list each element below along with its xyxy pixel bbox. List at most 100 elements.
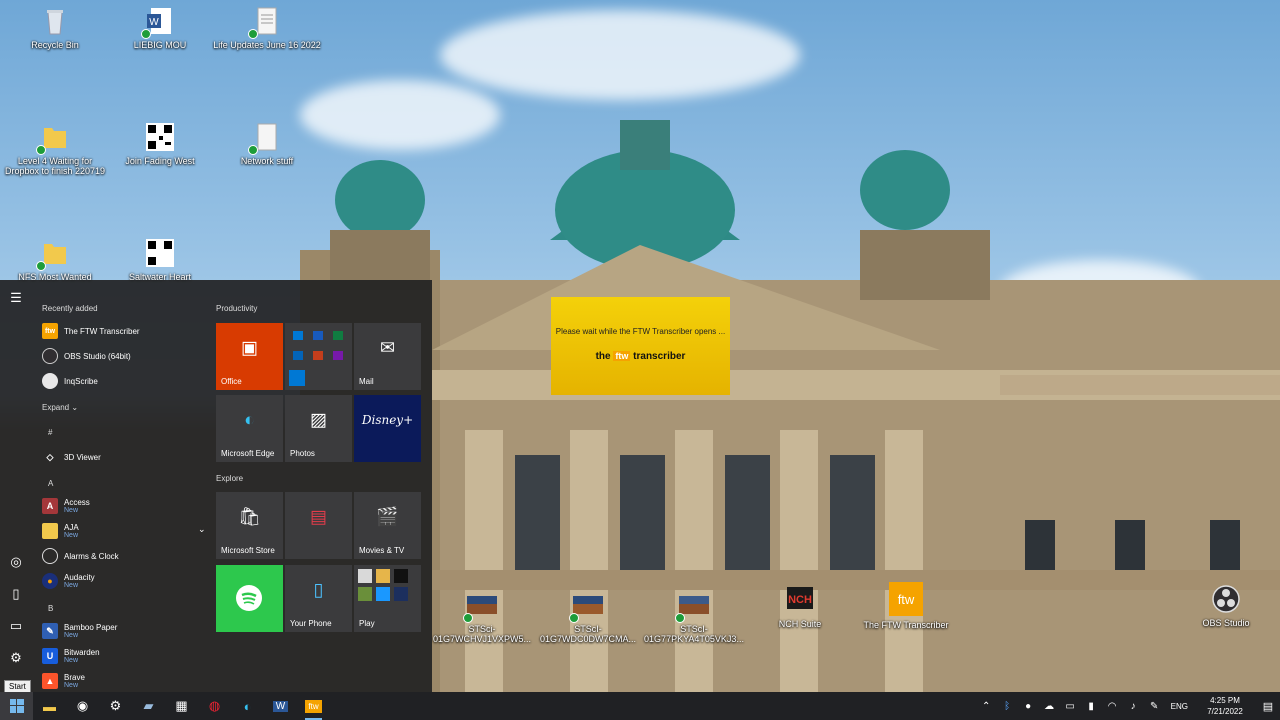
start-button[interactable] — [0, 692, 33, 720]
store-bag-icon: 🛍 — [238, 506, 261, 527]
tiles-area: Productivity ▣ Office ✉ Mail ◐ Microsoft… — [216, 280, 426, 692]
desktop-icon-network-stuff[interactable]: Network stuff — [212, 122, 322, 166]
recycle-bin-icon — [40, 6, 70, 36]
desktop-icon-stsci-1[interactable]: STSci-01G7WCHVJ1VXPW5... — [427, 590, 537, 644]
tile-photos[interactable]: ▨ Photos — [285, 395, 352, 462]
desktop-icon-stsci-3[interactable]: STScI-01G77PKYA4T05VKJ3... — [639, 590, 749, 644]
list-item-inqscribe[interactable]: InqScribe — [42, 370, 202, 392]
app-name: The FTW Transcriber — [64, 326, 140, 336]
microphone-icon[interactable]: ● — [1018, 701, 1039, 712]
language-indicator[interactable]: ENG — [1171, 702, 1188, 711]
settings-gear-icon[interactable]: ⚙ — [8, 650, 24, 666]
hamburger-menu-icon[interactable]: ☰ — [8, 290, 24, 306]
user-account-icon[interactable]: ◎ — [8, 554, 24, 570]
list-item-bitwarden[interactable]: U Bitwarden New — [42, 645, 202, 667]
svg-text:W: W — [149, 17, 159, 28]
app-name: Bitwarden — [64, 648, 100, 657]
desktop-icon-ftw-transcriber[interactable]: ftw The FTW Transcriber — [851, 582, 961, 630]
desktop-icon-nch-suite[interactable]: NCH NCH Suite — [745, 585, 855, 629]
list-item-aja[interactable]: AJA New ⌄ — [42, 520, 206, 542]
tile-news[interactable]: ▤ — [285, 492, 352, 559]
taskbar-app-6[interactable]: ◍ — [198, 692, 231, 720]
word-icon: W — [272, 700, 289, 712]
wifi-icon[interactable]: ◠ — [1102, 701, 1123, 712]
nch-suite-icon: NCH — [785, 585, 815, 615]
desktop-icon-join-fading-west[interactable]: Join Fading West — [105, 122, 215, 166]
desktop-icon-life-updates[interactable]: Life Updates June 16 2022 — [212, 6, 322, 50]
new-badge: New — [64, 632, 79, 639]
desktop-icon-label: Recycle Bin — [31, 40, 79, 50]
taskbar-app-3[interactable]: ⚙ — [99, 692, 132, 720]
app-name: Access — [64, 498, 90, 507]
bluetooth-icon[interactable]: ᛒ — [997, 701, 1018, 712]
new-badge: New — [64, 582, 79, 589]
list-item-audacity[interactable]: ● Audacity New — [42, 570, 202, 592]
taskbar-app-5[interactable]: ▦ — [165, 692, 198, 720]
ftw-icon: ftw — [305, 699, 322, 713]
taskbar-microsoft-word[interactable]: W — [264, 692, 297, 720]
tile-office[interactable]: ▣ Office — [216, 323, 283, 390]
spotify-icon — [236, 585, 262, 611]
brand-prefix: the — [595, 351, 611, 362]
list-item-access[interactable]: A Access New — [42, 495, 202, 517]
new-badge: New — [64, 532, 79, 539]
desktop-icon-liebig-mou[interactable]: W LIEBIG MOU — [105, 6, 215, 50]
desktop-icon-recycle-bin[interactable]: Recycle Bin — [0, 6, 110, 50]
desktop-icon-saltwater-heart[interactable]: Saltwater Heart — [105, 238, 215, 282]
list-item-ftw-transcriber[interactable]: ftw The FTW Transcriber — [42, 320, 202, 342]
letter-header[interactable]: A — [48, 479, 53, 488]
app-name: Audacity — [64, 573, 95, 582]
desktop-icon-label: LIEBIG MOU — [133, 40, 187, 50]
folder-icon — [36, 122, 70, 155]
battery-icon[interactable]: ▮ — [1081, 701, 1102, 712]
ftw-loading-splash: Please wait while the FTW Transcriber op… — [551, 297, 730, 395]
desktop-icon-nfs-most-wanted[interactable]: NFS Most Wanted — [0, 238, 110, 282]
list-item-brave[interactable]: ▲ Brave New — [42, 670, 202, 692]
expand-button[interactable]: Expand ⌄ — [42, 403, 78, 412]
taskbar-microsoft-edge[interactable]: ◐ — [231, 692, 264, 720]
tile-spotify[interactable] — [216, 565, 283, 632]
tile-play-folder[interactable]: Play — [354, 565, 421, 632]
obs-icon — [42, 348, 58, 364]
tile-movies-tv[interactable]: 🎬 Movies & TV — [354, 492, 421, 559]
volume-icon[interactable]: ♪ — [1123, 701, 1144, 712]
list-item-bamboo-paper[interactable]: ✎ Bamboo Paper New — [42, 620, 202, 642]
start-rail: ☰ ◎ ▯ ▭ ⚙ — [0, 280, 32, 692]
onedrive-cloud-icon[interactable]: ☁ — [1039, 701, 1060, 712]
expand-label: Expand — [42, 403, 70, 412]
taskbar-clock[interactable]: 4:25 PM 7/21/2022 — [1194, 695, 1256, 717]
taskbar-ftw-transcriber[interactable]: ftw — [297, 692, 330, 720]
documents-icon[interactable]: ▯ — [8, 586, 24, 602]
notification-center-icon[interactable]: ▤ — [1256, 700, 1280, 713]
chevron-down-icon: ⌄ — [71, 403, 79, 412]
new-badge: New — [64, 682, 79, 689]
desktop-icon-stsci-2[interactable]: STScI-01G7WDC0DW7CMA... — [533, 590, 643, 644]
taskbar-file-explorer[interactable]: ▬ — [33, 692, 66, 720]
pen-workspace-icon[interactable]: ✎ — [1144, 701, 1165, 712]
taskbar-obs-studio[interactable]: ◉ — [66, 692, 99, 720]
letter-header[interactable]: B — [48, 604, 53, 613]
tile-office-apps-folder[interactable] — [285, 323, 352, 390]
tile-your-phone[interactable]: ▯ Your Phone — [285, 565, 352, 632]
brand-mark: ftw — [613, 351, 631, 361]
tile-mail[interactable]: ✉ Mail — [354, 323, 421, 390]
brave-icon: ▲ — [42, 673, 58, 689]
usb-drive-icon[interactable]: ▭ — [1060, 701, 1081, 712]
tile-disney-plus[interactable]: Disney+ — [354, 395, 421, 462]
list-item-3d-viewer[interactable]: ◇ 3D Viewer — [42, 446, 202, 468]
tile-microsoft-edge[interactable]: ◐ Microsoft Edge — [216, 395, 283, 462]
letter-header[interactable]: # — [48, 428, 52, 437]
obs-icon: ◉ — [76, 698, 89, 713]
tile-microsoft-store[interactable]: 🛍 Microsoft Store — [216, 492, 283, 559]
chevron-down-icon[interactable]: ⌄ — [198, 524, 206, 535]
show-hidden-icons-chevron-icon[interactable]: ⌃ — [976, 701, 997, 712]
sync-check-icon — [248, 145, 258, 155]
list-item-obs-studio[interactable]: OBS Studio (64bit) — [42, 345, 202, 367]
taskbar-app-4[interactable]: ▰ — [132, 692, 165, 720]
pictures-icon[interactable]: ▭ — [8, 618, 24, 634]
desktop-icon-obs-studio[interactable]: OBS Studio — [1171, 584, 1280, 628]
app-name: Brave — [64, 673, 85, 682]
app-name: InqScribe — [64, 376, 98, 386]
list-item-alarms-clock[interactable]: Alarms & Clock — [42, 545, 202, 567]
desktop-icon-level4-folder[interactable]: Level 4 Waiting for Dropbox to finish 22… — [0, 122, 110, 176]
